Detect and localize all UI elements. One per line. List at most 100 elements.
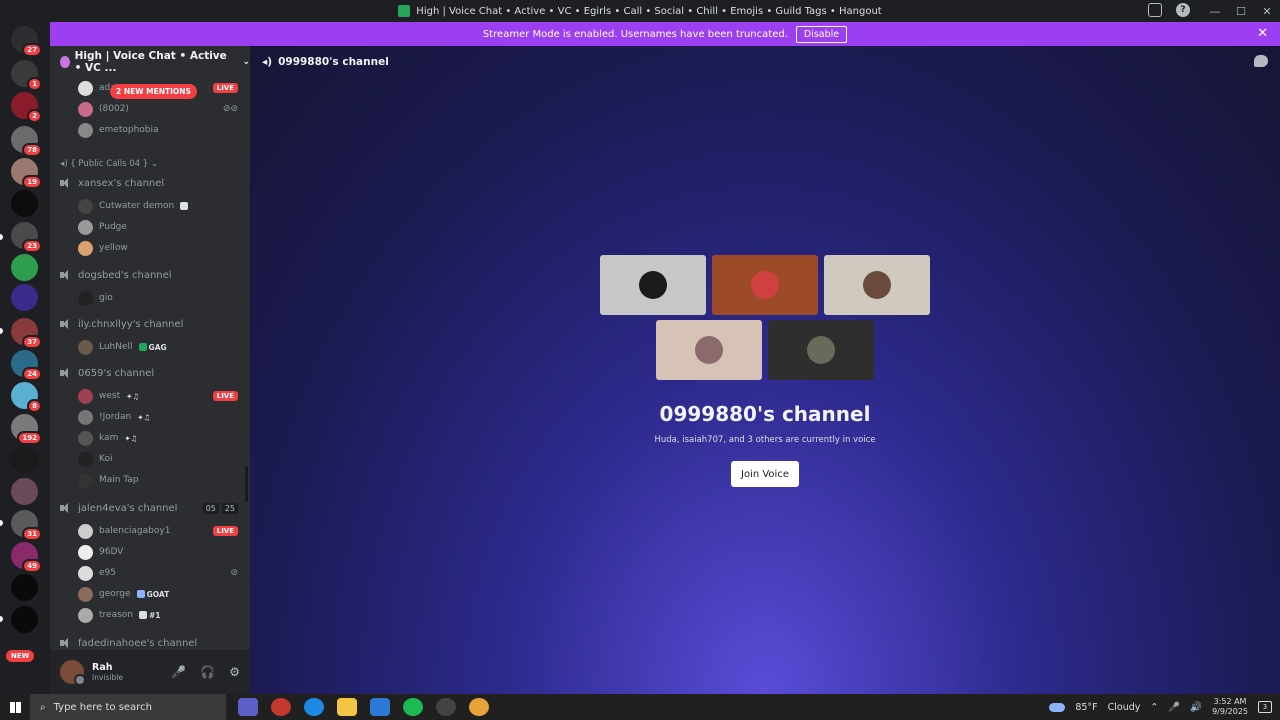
spotify-icon[interactable]	[403, 698, 423, 716]
participant-tile[interactable]	[712, 255, 818, 315]
voice-user[interactable]: gio	[50, 288, 250, 308]
notification-icon[interactable]: 3	[1258, 701, 1272, 713]
close-icon[interactable]: ✕	[1257, 26, 1268, 41]
weather-condition[interactable]: Cloudy	[1108, 702, 1141, 713]
category-header[interactable]: ◂) { Public Calls 04 } ⌄	[50, 154, 250, 174]
clock[interactable]: 3:52 AM 9/9/2025	[1212, 697, 1248, 717]
copilot-icon[interactable]	[238, 698, 258, 716]
server-icon[interactable]: 19	[11, 158, 42, 189]
voice-user[interactable]: (8002) ⊘⊘	[50, 99, 250, 119]
server-icon[interactable]	[11, 574, 38, 601]
server-header[interactable]: High | Voice Chat • Active • VC ... ⌄	[50, 46, 250, 78]
server-icon[interactable]	[11, 190, 38, 217]
voice-user[interactable]: treason #1	[50, 605, 250, 625]
server-icon[interactable]: 78	[11, 126, 42, 157]
voice-channel[interactable]: dogsbed's channel	[50, 265, 250, 285]
disable-button[interactable]: Disable	[795, 25, 848, 43]
help-icon[interactable]: ?	[1176, 3, 1190, 17]
server-icon[interactable]: 31	[11, 510, 42, 541]
voice-channel[interactable]: ily.chnxllyy's channel	[50, 314, 250, 334]
opera-icon[interactable]	[271, 698, 291, 716]
unread-indicator	[0, 616, 3, 622]
scrollbar[interactable]	[245, 466, 248, 502]
join-voice-button[interactable]: Join Voice	[731, 461, 799, 487]
voice-user[interactable]: 96DV	[50, 542, 250, 562]
server-icon	[60, 56, 70, 68]
server-icon[interactable]: 1	[11, 60, 42, 91]
voice-user[interactable]: e95 ⊘	[50, 563, 250, 583]
edge-icon[interactable]	[304, 698, 324, 716]
server-icon[interactable]	[11, 284, 38, 311]
new-mentions-pill[interactable]: 2 NEW MENTIONS	[110, 84, 197, 99]
server-icon[interactable]	[11, 478, 38, 505]
channel-name: fadedinahoee's channel	[78, 637, 198, 649]
chrome-icon[interactable]	[469, 698, 489, 716]
voice-user[interactable]: george GOAT	[50, 584, 250, 604]
app-icon[interactable]	[436, 698, 456, 716]
minimize-button[interactable]: —	[1202, 5, 1228, 18]
tag-label: GOAT	[146, 589, 170, 599]
tray-chevron-up-icon[interactable]: ⌃	[1150, 702, 1158, 713]
server-icon[interactable]: 8	[11, 382, 42, 413]
count: 05	[202, 502, 219, 514]
time: 3:52 AM	[1213, 697, 1247, 706]
voice-user[interactable]: Main Tap	[50, 470, 250, 490]
voice-channel[interactable]: 0659's channel	[50, 363, 250, 383]
badge: 37	[22, 335, 42, 349]
badge: 192	[17, 431, 42, 445]
voice-channel[interactable]: jalen4eva's channel 05 25	[50, 498, 250, 518]
volume-icon[interactable]: 🔊	[1190, 702, 1202, 713]
badge: 27	[22, 43, 42, 57]
avatar	[863, 271, 891, 299]
weather-icon	[1049, 702, 1066, 712]
chat-icon[interactable]	[1254, 55, 1268, 67]
voice-user[interactable]: balenciagaboy1 LIVE	[50, 521, 250, 541]
voice-user[interactable]: !Jordan ✦♫	[50, 407, 250, 427]
muted-icon: ⊘⊘	[222, 104, 238, 114]
username: LuhNell	[99, 342, 133, 352]
channel-name: dogsbed's channel	[78, 269, 172, 281]
voice-user[interactable]: Pudge	[50, 217, 250, 237]
participant-tile[interactable]	[768, 320, 874, 380]
username: treason	[99, 610, 133, 620]
participant-tile[interactable]	[600, 255, 706, 315]
voice-user[interactable]: Cutwater demon	[50, 196, 250, 216]
participant-tile[interactable]	[656, 320, 762, 380]
server-icon[interactable]	[11, 606, 38, 633]
voice-user[interactable]: LuhNell GAG	[50, 337, 250, 357]
server-icon[interactable]	[11, 254, 38, 281]
voice-user[interactable]: emetophobia	[50, 120, 250, 140]
file-explorer-icon[interactable]	[337, 698, 357, 716]
participant-tile[interactable]	[824, 255, 930, 315]
mic-icon[interactable]: 🎤	[1168, 702, 1180, 713]
channel-title: 0999880's channel	[278, 56, 389, 68]
settings-icon[interactable]: ⚙	[229, 665, 240, 679]
server-icon[interactable]	[11, 446, 38, 473]
speaker-icon	[60, 503, 72, 513]
headset-icon[interactable]: 🎧	[200, 665, 215, 679]
server-icon[interactable]: 2	[11, 92, 42, 123]
avatar[interactable]	[60, 660, 86, 686]
voice-user[interactable]: west ✦♫ LIVE	[50, 386, 250, 406]
start-button[interactable]	[0, 694, 30, 720]
avatar	[78, 472, 93, 488]
server-icon[interactable]: 23	[11, 222, 42, 253]
tag: ✦♫	[126, 391, 140, 401]
taskbar-search[interactable]: ⌕ Type here to search	[30, 694, 226, 720]
screen-share-icon[interactable]	[1148, 3, 1162, 17]
maximize-button[interactable]: ☐	[1228, 5, 1254, 18]
close-button[interactable]: ✕	[1254, 5, 1280, 18]
server-icon[interactable]: 49	[11, 542, 42, 573]
server-icon[interactable]: 192	[11, 414, 42, 445]
voice-user[interactable]: kam ✦♫	[50, 428, 250, 448]
voice-user[interactable]: yellow	[50, 238, 250, 258]
home-button[interactable]: 27	[11, 26, 42, 57]
avatar	[78, 451, 93, 467]
voice-channel[interactable]: xansex's channel	[50, 173, 250, 193]
voice-user[interactable]: Koi	[50, 449, 250, 469]
server-icon[interactable]: 24	[11, 350, 42, 381]
weather-temp[interactable]: 85°F	[1075, 702, 1097, 713]
mic-icon[interactable]: 🎤	[171, 665, 186, 679]
server-icon[interactable]: 37	[11, 318, 42, 349]
store-icon[interactable]	[370, 698, 390, 716]
